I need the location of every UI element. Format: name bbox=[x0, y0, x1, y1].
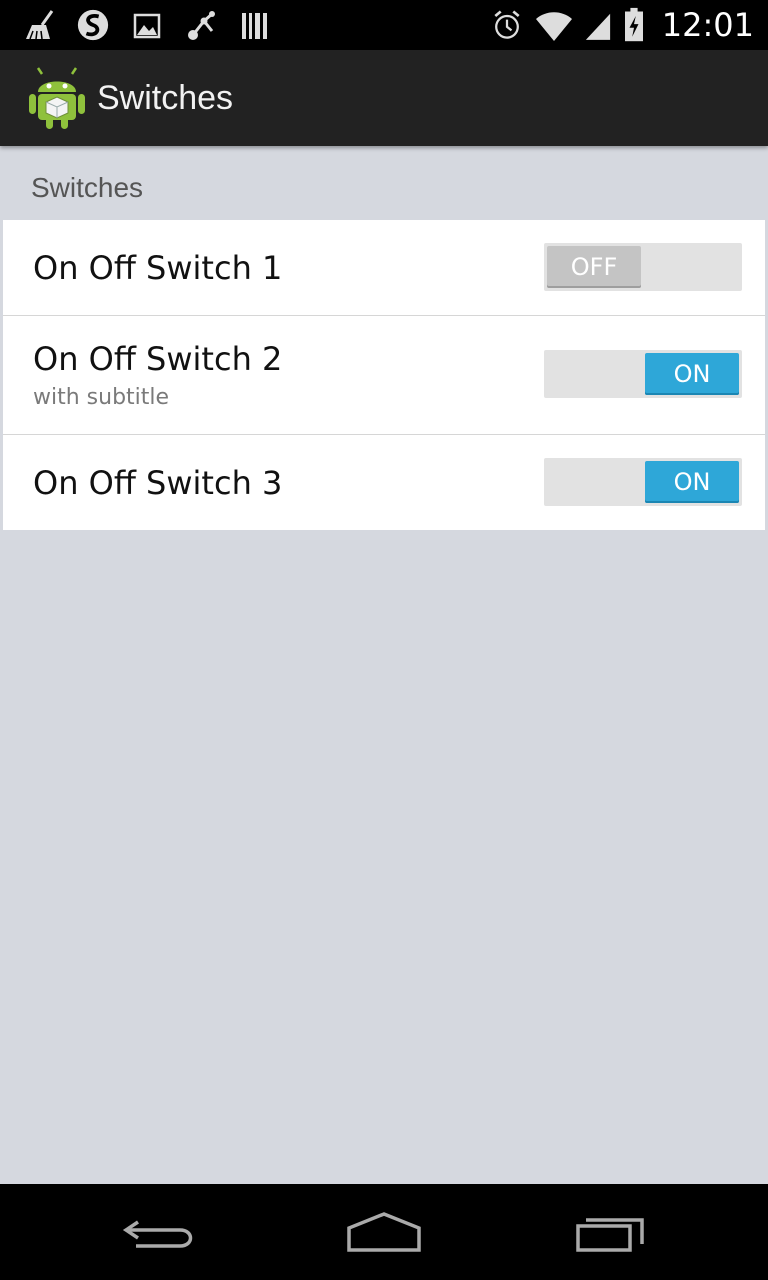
system-icons: 12:01 bbox=[490, 4, 754, 46]
notification-icons bbox=[22, 7, 272, 43]
app-title: Switches bbox=[97, 79, 234, 117]
barcode-icon bbox=[242, 13, 267, 39]
alarm-icon bbox=[494, 10, 520, 39]
switch-preference-2[interactable]: On Off Switch 2 with subtitle ON bbox=[3, 316, 765, 435]
home-icon[interactable] bbox=[339, 1206, 429, 1258]
switch-toggle-2[interactable]: ON bbox=[544, 350, 742, 398]
signal-icon bbox=[585, 13, 610, 40]
android-app-icon[interactable] bbox=[28, 66, 86, 130]
recent-apps-icon[interactable] bbox=[566, 1206, 656, 1258]
status-bar: 12:01 bbox=[0, 0, 768, 50]
back-icon[interactable] bbox=[116, 1206, 206, 1258]
preference-title: On Off Switch 1 bbox=[33, 249, 283, 287]
clock: 12:01 bbox=[661, 6, 754, 44]
switch-preference-3[interactable]: On Off Switch 3 ON bbox=[3, 435, 765, 530]
cleaner-icon bbox=[26, 10, 54, 40]
wifi-icon bbox=[535, 12, 572, 41]
switch-toggle-1[interactable]: OFF bbox=[544, 243, 742, 291]
preference-category-header: Switches bbox=[31, 172, 144, 203]
switch-thumb[interactable]: OFF bbox=[547, 246, 641, 288]
switch-thumb[interactable]: ON bbox=[645, 353, 739, 395]
preference-subtitle: with subtitle bbox=[33, 385, 170, 410]
preference-title: On Off Switch 3 bbox=[33, 464, 283, 502]
preference-list: On Off Switch 1 OFF On Off Switch 2 with… bbox=[3, 220, 765, 530]
preference-title: On Off Switch 2 bbox=[33, 340, 283, 378]
switch-preference-1[interactable]: On Off Switch 1 OFF bbox=[3, 220, 765, 316]
image-icon bbox=[133, 13, 161, 39]
graph-icon bbox=[188, 11, 215, 40]
battery-charging-icon bbox=[624, 7, 643, 42]
s-logo-icon bbox=[77, 9, 109, 41]
action-bar: Switches bbox=[0, 50, 768, 146]
switch-toggle-3[interactable]: ON bbox=[544, 458, 742, 506]
switch-thumb[interactable]: ON bbox=[645, 461, 739, 503]
navigation-bar bbox=[0, 1184, 768, 1280]
